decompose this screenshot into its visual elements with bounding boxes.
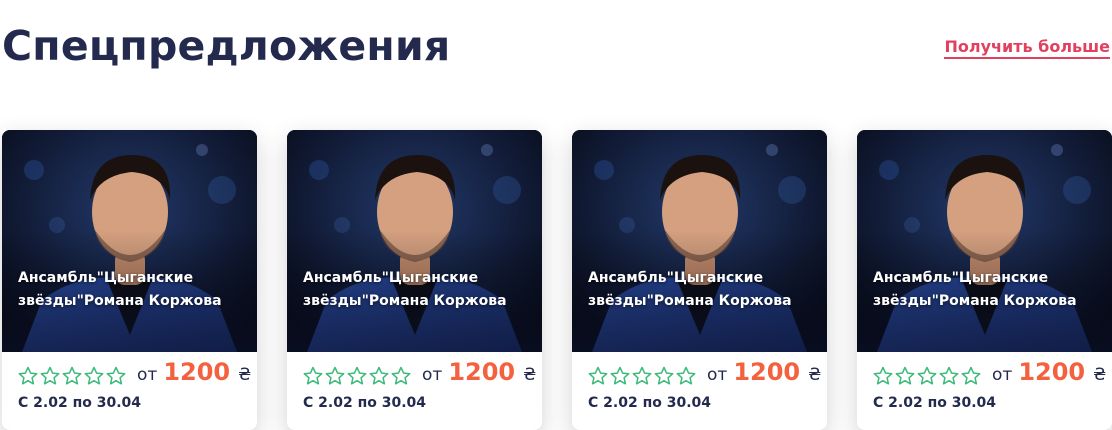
star-icon[interactable] xyxy=(895,366,915,386)
price-value: 1200 xyxy=(448,358,516,386)
offer-title-line-2: звёзды"Романа Коржова xyxy=(303,293,507,309)
offer-image[interactable]: Ансамбль"Цыганские звёзды"Романа Коржова xyxy=(572,130,827,352)
rating-stars xyxy=(588,366,696,386)
date-range: С 2.02 по 30.04 xyxy=(18,395,142,411)
offer-image[interactable]: Ансамбль"Цыганские звёзды"Романа Коржова xyxy=(2,130,257,352)
star-icon[interactable] xyxy=(347,366,367,386)
rating-stars xyxy=(18,366,126,386)
star-icon[interactable] xyxy=(917,366,937,386)
price-prefix: от xyxy=(422,365,443,385)
price-row: от 1200 ₴ xyxy=(992,358,1106,386)
star-icon[interactable] xyxy=(40,366,60,386)
star-icon[interactable] xyxy=(654,366,674,386)
offer-title-line-1: Ансамбль"Цыганские xyxy=(588,270,764,286)
star-icon[interactable] xyxy=(391,366,411,386)
star-icon[interactable] xyxy=(939,366,959,386)
star-icon[interactable] xyxy=(369,366,389,386)
star-icon[interactable] xyxy=(588,366,608,386)
offer-title-line-1: Ансамбль"Цыганские xyxy=(873,270,1049,286)
price-value: 1200 xyxy=(1018,358,1086,386)
rating-stars xyxy=(873,366,981,386)
offer-image[interactable]: Ансамбль"Цыганские звёзды"Романа Коржова xyxy=(857,130,1112,352)
rating-stars xyxy=(303,366,411,386)
star-icon[interactable] xyxy=(62,366,82,386)
offer-title: Ансамбль"Цыганские звёзды"Романа Коржова xyxy=(18,267,253,313)
date-range: С 2.02 по 30.04 xyxy=(873,395,997,411)
date-range: С 2.02 по 30.04 xyxy=(588,395,712,411)
offer-title-line-2: звёзды"Романа Коржова xyxy=(873,293,1077,309)
performer-photo xyxy=(857,130,1112,352)
price-row: от 1200 ₴ xyxy=(707,358,821,386)
offer-title-line-1: Ансамбль"Цыганские xyxy=(18,270,194,286)
currency-sign: ₴ xyxy=(238,365,252,385)
offer-info: от 1200 ₴ С 2.02 по 30.04 xyxy=(287,352,542,430)
star-icon[interactable] xyxy=(18,366,38,386)
offer-image[interactable]: Ансамбль"Цыганские звёзды"Романа Коржова xyxy=(287,130,542,352)
star-icon[interactable] xyxy=(325,366,345,386)
offer-card[interactable]: Ансамбль"Цыганские звёзды"Романа Коржова… xyxy=(857,130,1112,430)
offer-title: Ансамбль"Цыганские звёзды"Романа Коржова xyxy=(303,267,538,313)
star-icon[interactable] xyxy=(961,366,981,386)
offer-title-line-2: звёзды"Романа Коржова xyxy=(18,293,222,309)
star-icon[interactable] xyxy=(106,366,126,386)
star-icon[interactable] xyxy=(676,366,696,386)
offer-card[interactable]: Ансамбль"Цыганские звёзды"Романа Коржова… xyxy=(287,130,542,430)
price-prefix: от xyxy=(707,365,728,385)
performer-photo xyxy=(2,130,257,352)
get-more-link[interactable]: Получить больше xyxy=(944,37,1110,59)
price-prefix: от xyxy=(992,365,1013,385)
price-prefix: от xyxy=(137,365,158,385)
offer-title: Ансамбль"Цыганские звёзды"Романа Коржова xyxy=(873,267,1108,313)
star-icon[interactable] xyxy=(873,366,893,386)
offers-list: Ансамбль"Цыганские звёзды"Романа Коржова… xyxy=(2,130,1112,430)
price-value: 1200 xyxy=(733,358,801,386)
performer-photo xyxy=(287,130,542,352)
performer-photo xyxy=(572,130,827,352)
star-icon[interactable] xyxy=(610,366,630,386)
star-icon[interactable] xyxy=(632,366,652,386)
currency-sign: ₴ xyxy=(1093,365,1107,385)
offer-info: от 1200 ₴ С 2.02 по 30.04 xyxy=(572,352,827,430)
currency-sign: ₴ xyxy=(523,365,537,385)
currency-sign: ₴ xyxy=(808,365,822,385)
offer-card[interactable]: Ансамбль"Цыганские звёзды"Романа Коржова… xyxy=(2,130,257,430)
page-title: Спецпредложения xyxy=(2,22,451,70)
offer-title-line-2: звёзды"Романа Коржова xyxy=(588,293,792,309)
price-row: от 1200 ₴ xyxy=(137,358,251,386)
offer-info: от 1200 ₴ С 2.02 по 30.04 xyxy=(857,352,1112,430)
price-value: 1200 xyxy=(163,358,231,386)
offer-title-line-1: Ансамбль"Цыганские xyxy=(303,270,479,286)
price-row: от 1200 ₴ xyxy=(422,358,536,386)
offer-info: от 1200 ₴ С 2.02 по 30.04 xyxy=(2,352,257,430)
date-range: С 2.02 по 30.04 xyxy=(303,395,427,411)
offer-card[interactable]: Ансамбль"Цыганские звёзды"Романа Коржова… xyxy=(572,130,827,430)
star-icon[interactable] xyxy=(303,366,323,386)
star-icon[interactable] xyxy=(84,366,104,386)
offer-title: Ансамбль"Цыганские звёзды"Романа Коржова xyxy=(588,267,823,313)
